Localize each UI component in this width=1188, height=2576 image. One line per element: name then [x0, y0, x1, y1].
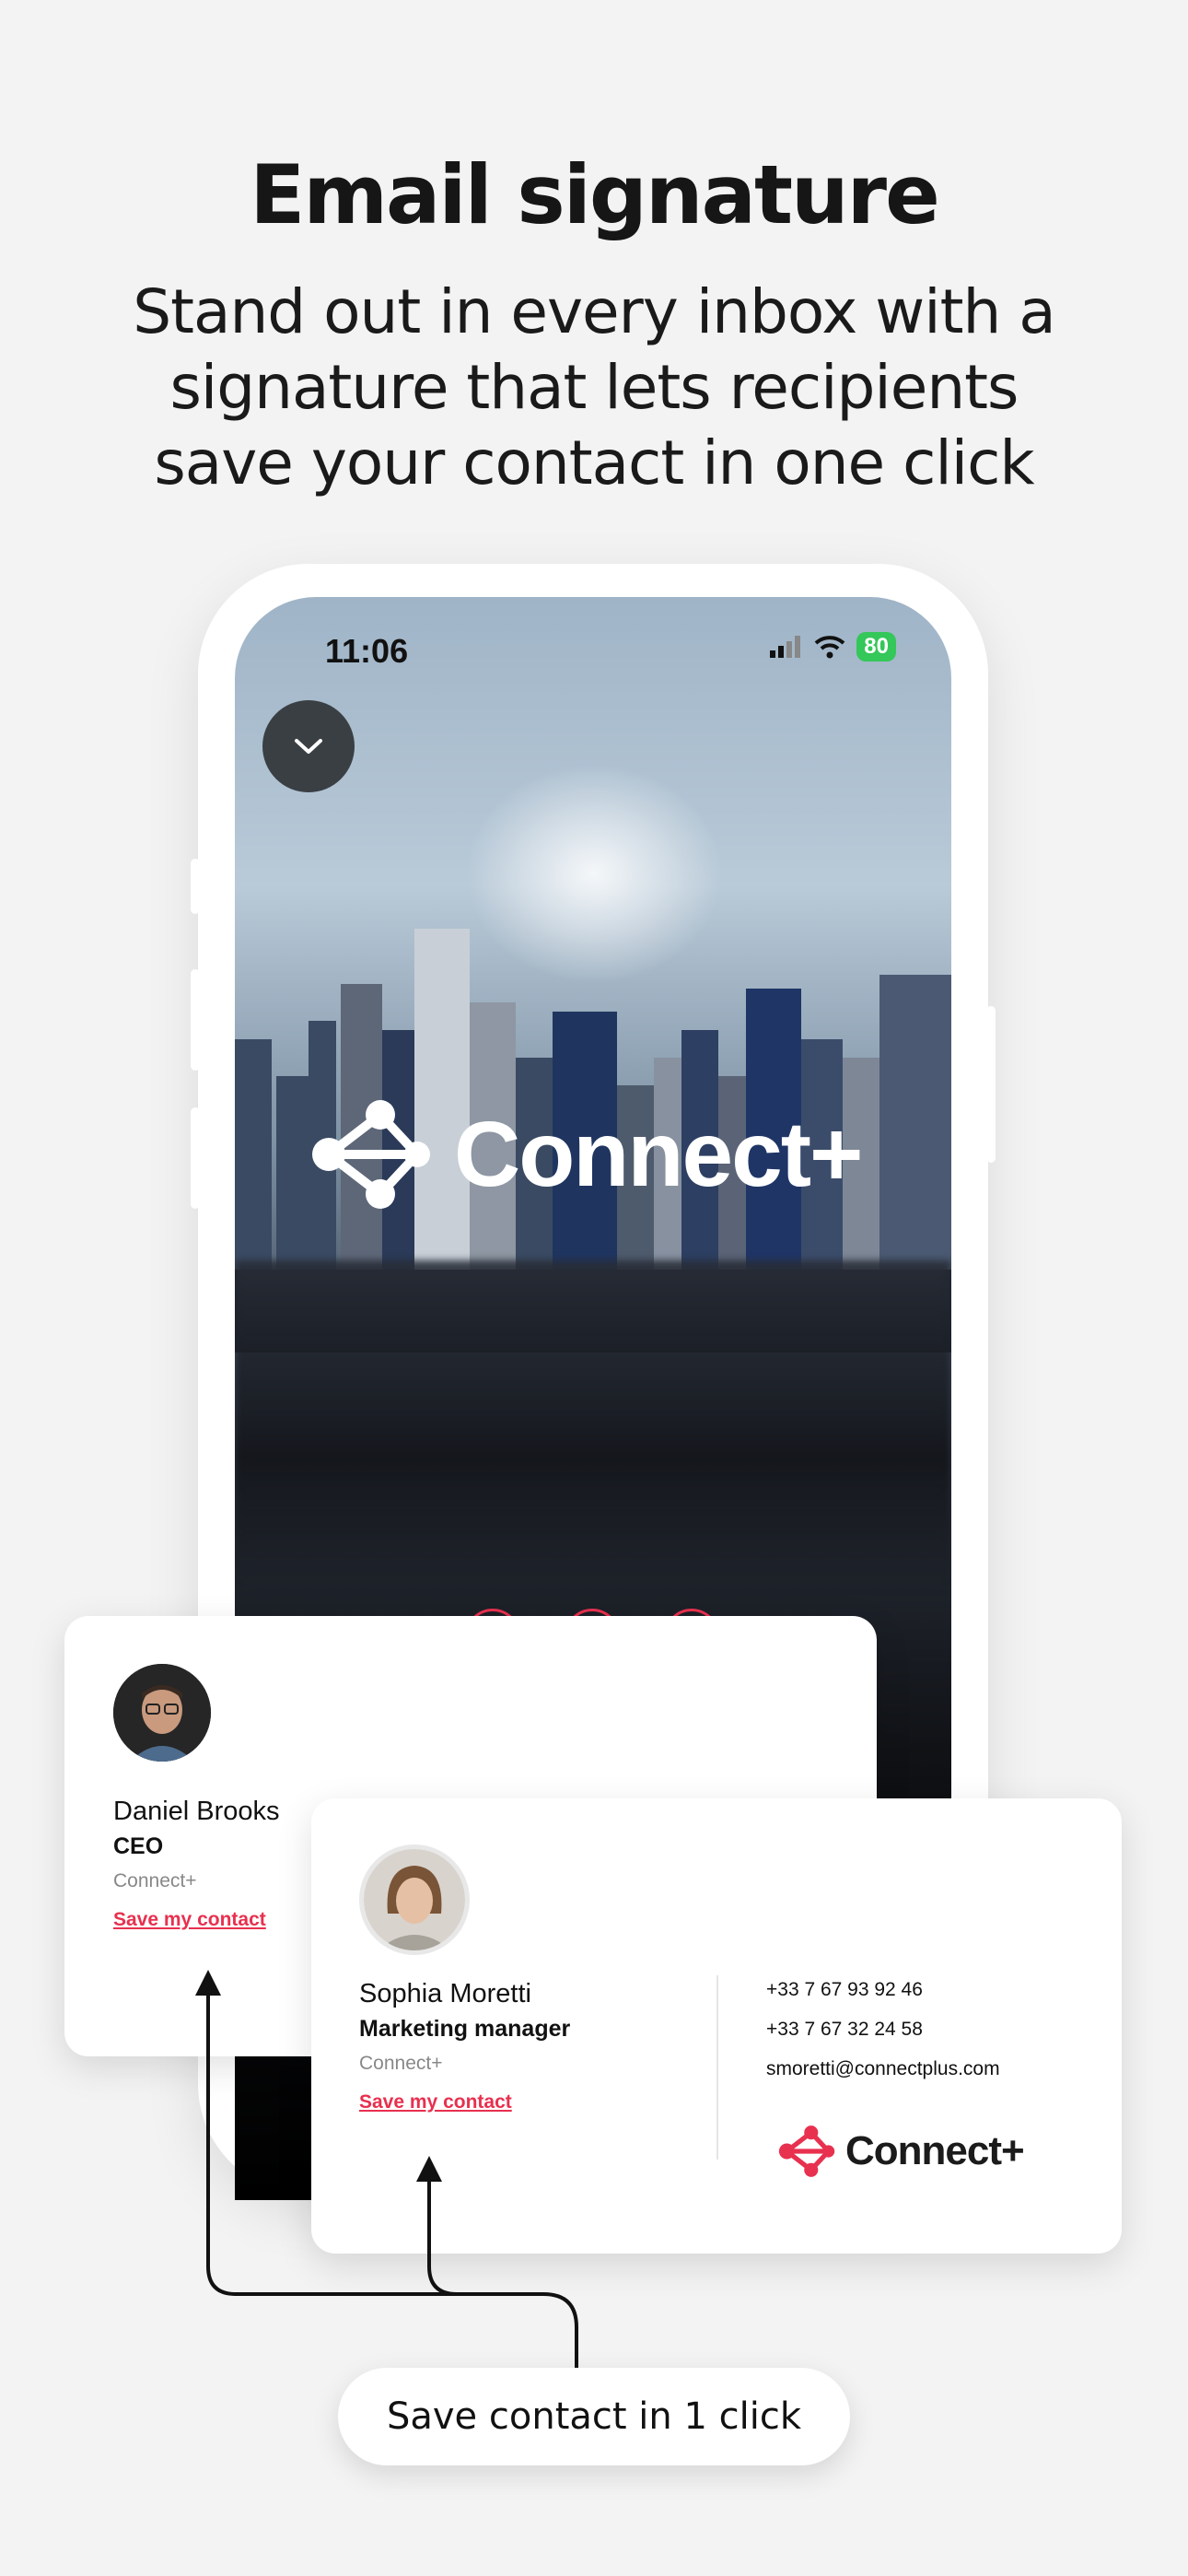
arrow-head-icon	[416, 2156, 442, 2182]
save-contact-cta[interactable]: Save contact in 1 click	[338, 2368, 850, 2465]
arrows-overlay	[195, 1970, 578, 2370]
arrow-head-icon	[195, 1970, 221, 1996]
arrow-path-daniel	[206, 1992, 578, 2370]
